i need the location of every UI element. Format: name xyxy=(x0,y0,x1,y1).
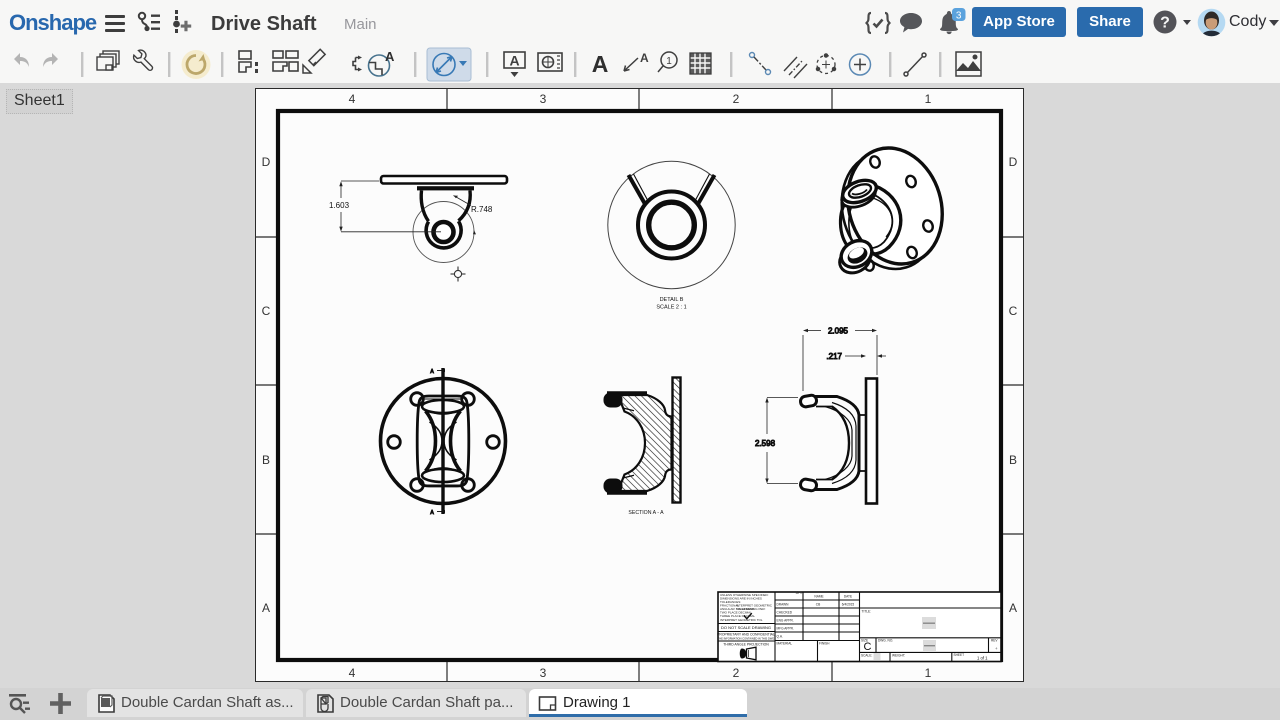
svg-text:SECTION A - A: SECTION A - A xyxy=(628,510,664,516)
svg-text:APV: APV xyxy=(796,591,803,595)
svg-text:CHECKED: CHECKED xyxy=(777,611,793,615)
svg-text:C: C xyxy=(864,641,872,653)
svg-text:A: A xyxy=(640,51,649,65)
svg-text:1: 1 xyxy=(666,56,672,67)
svg-text:1.603: 1.603 xyxy=(329,201,350,210)
svg-text:A: A xyxy=(592,51,609,77)
svg-text:1: 1 xyxy=(925,666,932,680)
svg-text:CB: CB xyxy=(816,603,820,607)
svg-text:INTERPRET GEOMETRIC TOL: INTERPRET GEOMETRIC TOL xyxy=(720,618,763,622)
svg-text:R.748: R.748 xyxy=(471,205,493,214)
svg-text:MFG APPR.: MFG APPR. xyxy=(777,627,794,631)
svg-text:3: 3 xyxy=(956,11,962,22)
svg-text:FINISH: FINISH xyxy=(819,642,830,646)
svg-text:REV: REV xyxy=(991,639,998,643)
svg-text:TITLE:: TITLE: xyxy=(862,610,872,614)
svg-text:3: 3 xyxy=(540,92,547,106)
svg-text:NAME: NAME xyxy=(814,595,823,599)
svg-text:DO NOT SCALE DRAWING: DO NOT SCALE DRAWING xyxy=(721,625,771,630)
svg-text:3: 3 xyxy=(540,666,547,680)
svg-text:B: B xyxy=(1009,453,1017,467)
svg-text:Q.A.: Q.A. xyxy=(777,635,783,639)
svg-text:A: A xyxy=(262,601,270,615)
svg-text:C: C xyxy=(1009,304,1018,318)
svg-text:+: + xyxy=(995,646,998,651)
svg-text:4: 4 xyxy=(349,666,356,680)
svg-text:A: A xyxy=(509,53,519,69)
svg-text:.217: .217 xyxy=(826,352,842,361)
svg-text:D: D xyxy=(262,155,271,169)
svg-text:SHEET: SHEET xyxy=(954,653,965,657)
svg-text:D: D xyxy=(1009,155,1018,169)
svg-text:DETAIL B: DETAIL B xyxy=(660,297,684,303)
svg-text:DATE: DATE xyxy=(844,595,852,599)
svg-text:THIRD ANGLE PROJECTION: THIRD ANGLE PROJECTION xyxy=(723,643,769,647)
svg-text:THE INFORMATION CONTAINED IN T: THE INFORMATION CONTAINED IN THIS DWG xyxy=(718,637,775,641)
svg-text:2: 2 xyxy=(733,666,740,680)
svg-text:C: C xyxy=(262,304,271,318)
svg-text:SCALE 2 : 1: SCALE 2 : 1 xyxy=(656,305,686,311)
svg-text:1 of 1: 1 of 1 xyxy=(977,656,988,661)
svg-text:TOLERANCING PER:: TOLERANCING PER: xyxy=(736,607,766,611)
svg-text:A: A xyxy=(385,49,395,64)
svg-text:B: B xyxy=(262,453,270,467)
svg-text:PROPRIETARY AND CONFIDENTIAL: PROPRIETARY AND CONFIDENTIAL xyxy=(717,633,775,637)
svg-text:A: A xyxy=(1009,601,1017,615)
svg-text:DRAWN: DRAWN xyxy=(777,603,790,607)
svg-text:?: ? xyxy=(1160,15,1170,32)
svg-text:WEIGHT:: WEIGHT: xyxy=(892,654,905,658)
svg-text:4: 4 xyxy=(349,92,356,106)
svg-text:DWG. NO.: DWG. NO. xyxy=(878,639,893,643)
svg-text:6/4/2015: 6/4/2015 xyxy=(842,603,855,607)
svg-text:2.598: 2.598 xyxy=(755,439,776,448)
svg-text:MATERIAL: MATERIAL xyxy=(777,642,793,646)
svg-text:2.095: 2.095 xyxy=(828,327,849,336)
svg-text:ENG APPR.: ENG APPR. xyxy=(777,619,794,623)
svg-text:1: 1 xyxy=(925,92,932,106)
svg-text:2: 2 xyxy=(733,92,740,106)
